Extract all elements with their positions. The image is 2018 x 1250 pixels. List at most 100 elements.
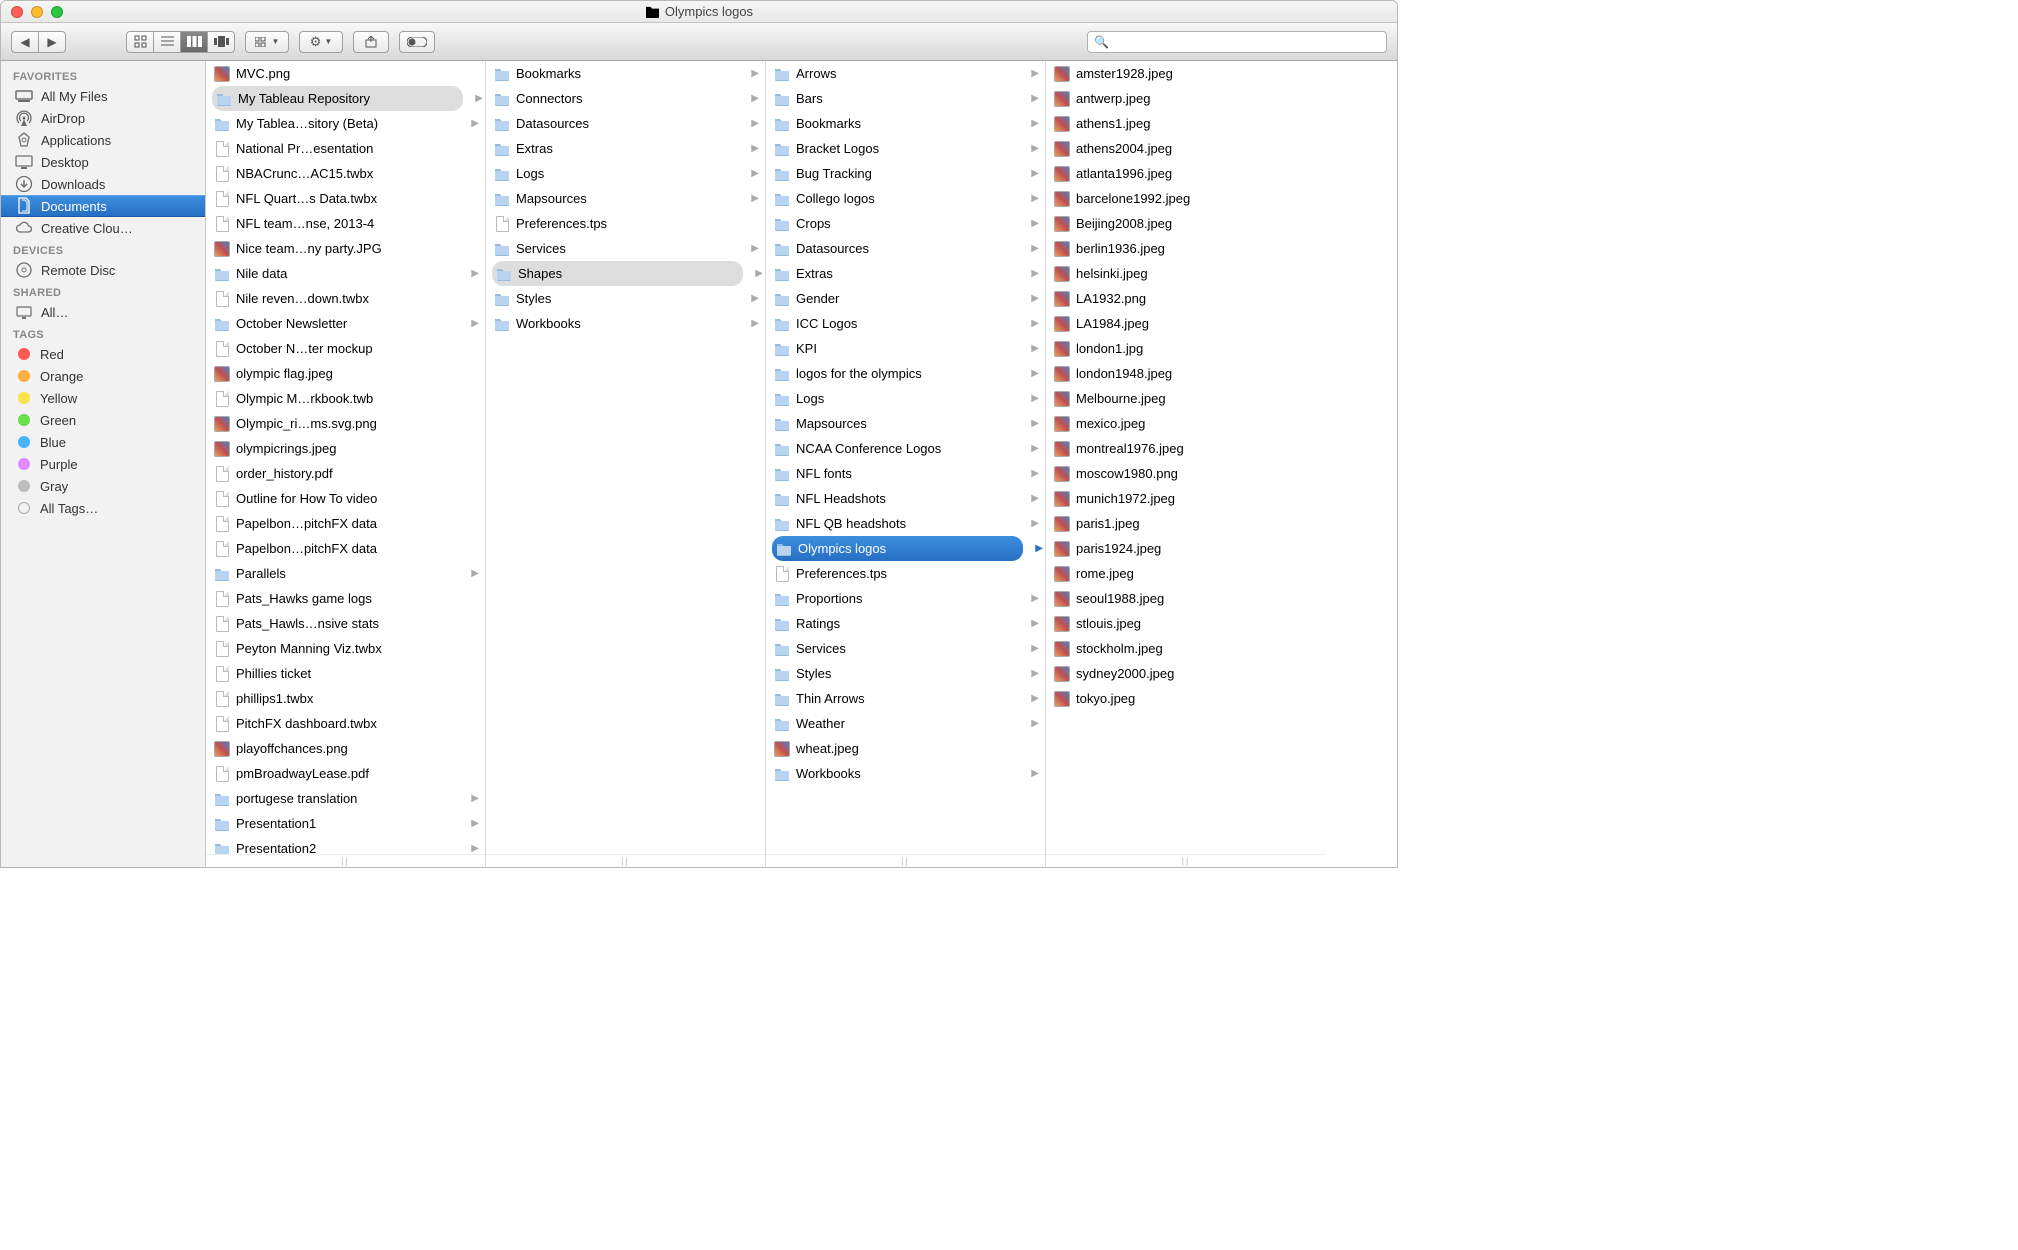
file-row[interactable]: MVC.png [206, 61, 485, 86]
file-row[interactable]: Papelbon…pitchFX data [206, 536, 485, 561]
file-row[interactable]: Olympic M…rkbook.twb [206, 386, 485, 411]
file-row[interactable]: PitchFX dashboard.twbx [206, 711, 485, 736]
sidebar-item[interactable]: Purple [1, 453, 205, 475]
file-row[interactable]: Olympic_ri…ms.svg.png [206, 411, 485, 436]
file-row[interactable]: Melbourne.jpeg [1046, 386, 1326, 411]
file-row[interactable]: Styles▶ [486, 286, 765, 311]
file-row[interactable]: October Newsletter▶ [206, 311, 485, 336]
file-row[interactable]: Pats_Hawks game logs [206, 586, 485, 611]
file-row[interactable]: Parallels▶ [206, 561, 485, 586]
sidebar-item[interactable]: Creative Clou… [1, 217, 205, 239]
file-row[interactable]: NFL Headshots▶ [766, 486, 1045, 511]
column-resize-handle[interactable]: || [1046, 854, 1326, 867]
forward-button[interactable]: ▶ [38, 31, 66, 53]
file-row[interactable]: Gender▶ [766, 286, 1045, 311]
file-row[interactable]: Styles▶ [766, 661, 1045, 686]
sidebar[interactable]: FAVORITESAll My FilesAirDropApplications… [1, 61, 206, 867]
file-row[interactable]: berlin1936.jpeg [1046, 236, 1326, 261]
sidebar-item[interactable]: Yellow [1, 387, 205, 409]
file-row[interactable]: Outline for How To video [206, 486, 485, 511]
file-row[interactable]: athens1.jpeg [1046, 111, 1326, 136]
file-row[interactable]: NCAA Conference Logos▶ [766, 436, 1045, 461]
file-row[interactable]: Phillies ticket [206, 661, 485, 686]
file-row[interactable]: athens2004.jpeg [1046, 136, 1326, 161]
file-row[interactable]: stockholm.jpeg [1046, 636, 1326, 661]
file-row[interactable]: amster1928.jpeg [1046, 61, 1326, 86]
file-row[interactable]: london1948.jpeg [1046, 361, 1326, 386]
file-row[interactable]: Shapes [492, 261, 743, 286]
file-row[interactable]: Mapsources▶ [486, 186, 765, 211]
file-row[interactable]: Datasources▶ [486, 111, 765, 136]
file-row[interactable]: mexico.jpeg [1046, 411, 1326, 436]
file-row[interactable]: My Tableau Repository [212, 86, 463, 111]
sidebar-item[interactable]: Orange [1, 365, 205, 387]
file-row[interactable]: NFL QB headshots▶ [766, 511, 1045, 536]
file-row[interactable]: olympic flag.jpeg [206, 361, 485, 386]
file-row[interactable]: pmBroadwayLease.pdf [206, 761, 485, 786]
file-row[interactable]: LA1932.png [1046, 286, 1326, 311]
file-row[interactable]: Ratings▶ [766, 611, 1045, 636]
file-row[interactable]: Bug Tracking▶ [766, 161, 1045, 186]
sidebar-item[interactable]: Red [1, 343, 205, 365]
file-row[interactable]: antwerp.jpeg [1046, 86, 1326, 111]
file-row[interactable]: Presentation2▶ [206, 836, 485, 854]
file-row[interactable]: paris1924.jpeg [1046, 536, 1326, 561]
coverflow-view-button[interactable] [207, 31, 235, 53]
sidebar-item[interactable]: Green [1, 409, 205, 431]
list-view-button[interactable] [153, 31, 181, 53]
columns-browser[interactable]: MVC.pngMy Tableau Repository▶My Tablea…s… [206, 61, 1397, 867]
file-row[interactable]: Arrows▶ [766, 61, 1045, 86]
file-row[interactable]: Connectors▶ [486, 86, 765, 111]
file-row[interactable]: phillips1.twbx [206, 686, 485, 711]
file-row[interactable]: Datasources▶ [766, 236, 1045, 261]
column[interactable]: amster1928.jpegantwerp.jpegathens1.jpega… [1046, 61, 1326, 867]
sidebar-item[interactable]: AirDrop [1, 107, 205, 129]
file-row[interactable]: Collego logos▶ [766, 186, 1045, 211]
file-row[interactable]: stlouis.jpeg [1046, 611, 1326, 636]
file-row[interactable]: Nice team…ny party.JPG [206, 236, 485, 261]
sidebar-item[interactable]: Desktop [1, 151, 205, 173]
file-row[interactable]: Peyton Manning Viz.twbx [206, 636, 485, 661]
file-row[interactable]: Extras▶ [486, 136, 765, 161]
sidebar-item[interactable]: Documents [1, 195, 205, 217]
file-row[interactable]: Bracket Logos▶ [766, 136, 1045, 161]
file-row[interactable]: logos for the olympics▶ [766, 361, 1045, 386]
file-row[interactable]: rome.jpeg [1046, 561, 1326, 586]
file-row[interactable]: Logs▶ [486, 161, 765, 186]
column-resize-handle[interactable]: || [206, 854, 485, 867]
column[interactable]: Arrows▶Bars▶Bookmarks▶Bracket Logos▶Bug … [766, 61, 1046, 867]
column-resize-handle[interactable]: || [486, 854, 765, 867]
sidebar-item[interactable]: Remote Disc [1, 259, 205, 281]
column-resize-handle[interactable]: || [766, 854, 1045, 867]
sidebar-item[interactable]: Gray [1, 475, 205, 497]
file-row[interactable]: atlanta1996.jpeg [1046, 161, 1326, 186]
sidebar-item[interactable]: All Tags… [1, 497, 205, 519]
file-row[interactable]: portugese translation▶ [206, 786, 485, 811]
file-row[interactable]: NFL fonts▶ [766, 461, 1045, 486]
file-row[interactable]: Extras▶ [766, 261, 1045, 286]
file-row[interactable]: tokyo.jpeg [1046, 686, 1326, 711]
file-row[interactable]: My Tablea…sitory (Beta)▶ [206, 111, 485, 136]
search-field[interactable]: 🔍 [1087, 31, 1387, 53]
file-row[interactable]: montreal1976.jpeg [1046, 436, 1326, 461]
file-row[interactable]: Beijing2008.jpeg [1046, 211, 1326, 236]
file-row[interactable]: barcelone1992.jpeg [1046, 186, 1326, 211]
file-row[interactable]: olympicrings.jpeg [206, 436, 485, 461]
file-row[interactable]: NFL Quart…s Data.twbx [206, 186, 485, 211]
file-row[interactable]: order_history.pdf [206, 461, 485, 486]
file-row[interactable]: Crops▶ [766, 211, 1045, 236]
sidebar-item[interactable]: All My Files [1, 85, 205, 107]
tags-button[interactable] [399, 31, 435, 53]
back-button[interactable]: ◀ [11, 31, 39, 53]
file-row[interactable]: LA1984.jpeg [1046, 311, 1326, 336]
titlebar[interactable]: Olympics logos [1, 1, 1397, 23]
file-row[interactable]: paris1.jpeg [1046, 511, 1326, 536]
file-row[interactable]: Bars▶ [766, 86, 1045, 111]
file-row[interactable]: Weather▶ [766, 711, 1045, 736]
file-row[interactable]: Bookmarks▶ [486, 61, 765, 86]
column[interactable]: Bookmarks▶Connectors▶Datasources▶Extras▶… [486, 61, 766, 867]
file-row[interactable]: Thin Arrows▶ [766, 686, 1045, 711]
file-row[interactable]: Papelbon…pitchFX data [206, 511, 485, 536]
file-row[interactable]: Pats_Hawls…nsive stats [206, 611, 485, 636]
sidebar-item[interactable]: Applications [1, 129, 205, 151]
